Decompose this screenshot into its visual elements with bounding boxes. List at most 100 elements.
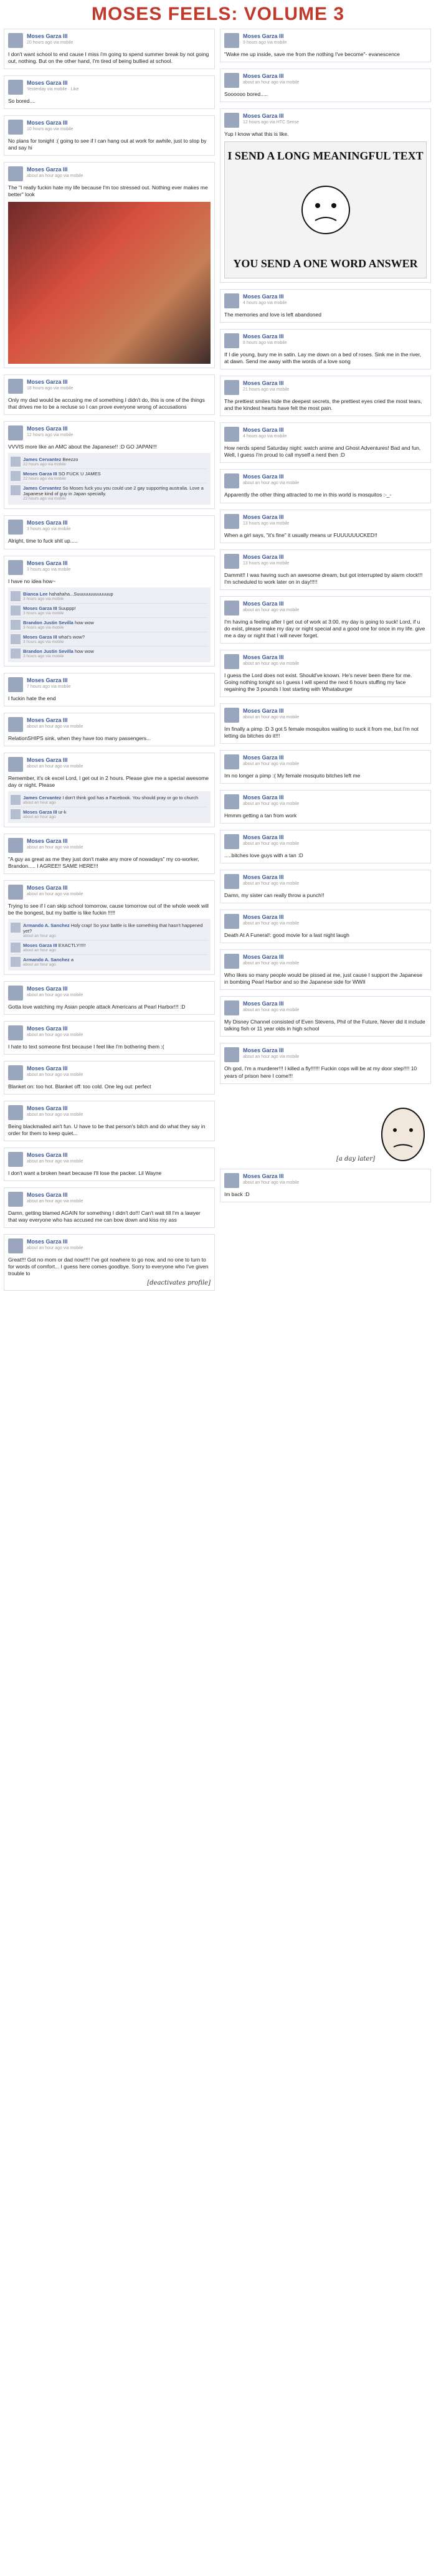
comment-author[interactable]: James Cervantez bbox=[23, 485, 61, 491]
author-name[interactable]: Moses Garza III bbox=[27, 425, 73, 432]
avatar[interactable] bbox=[224, 380, 239, 396]
author-name[interactable]: Moses Garza III bbox=[243, 380, 289, 386]
avatar[interactable] bbox=[224, 333, 239, 349]
author-name[interactable]: Moses Garza III bbox=[27, 1152, 83, 1158]
comment-author[interactable]: Moses Garza III bbox=[23, 634, 57, 640]
author-name[interactable]: Moses Garza III bbox=[27, 838, 83, 844]
comment-avatar[interactable] bbox=[11, 457, 21, 467]
avatar[interactable] bbox=[8, 559, 23, 575]
author-name[interactable]: Moses Garza III bbox=[27, 120, 73, 126]
author-name[interactable]: Moses Garza III bbox=[27, 1025, 83, 1032]
avatar[interactable] bbox=[8, 884, 23, 900]
comment-author[interactable]: Bianca Lee bbox=[23, 591, 48, 597]
avatar[interactable] bbox=[224, 33, 239, 48]
author-name[interactable]: Moses Garza III bbox=[243, 514, 289, 520]
selfie-photo[interactable] bbox=[8, 202, 211, 364]
comment-author[interactable]: Moses Garza III bbox=[23, 471, 57, 477]
author-name[interactable]: Moses Garza III bbox=[27, 33, 73, 39]
avatar[interactable] bbox=[8, 425, 23, 441]
avatar[interactable] bbox=[8, 120, 23, 135]
author-name[interactable]: Moses Garza III bbox=[243, 794, 299, 801]
comment-avatar[interactable] bbox=[11, 648, 21, 658]
author-name[interactable]: Moses Garza III bbox=[243, 914, 299, 920]
avatar[interactable] bbox=[8, 985, 23, 1000]
comment-avatar[interactable] bbox=[11, 942, 21, 953]
author-name[interactable]: Moses Garza III bbox=[27, 1105, 83, 1111]
avatar[interactable] bbox=[224, 1172, 239, 1188]
author-name[interactable]: Moses Garza III bbox=[27, 885, 83, 891]
avatar[interactable] bbox=[8, 1192, 23, 1207]
avatar[interactable] bbox=[8, 1025, 23, 1040]
avatar[interactable] bbox=[224, 834, 239, 850]
avatar[interactable] bbox=[224, 654, 239, 669]
comment-author[interactable]: James Cervantez bbox=[23, 457, 61, 462]
author-name[interactable]: Moses Garza III bbox=[243, 834, 299, 840]
avatar[interactable] bbox=[8, 716, 23, 732]
author-name[interactable]: Moses Garza III bbox=[27, 166, 83, 173]
avatar[interactable] bbox=[224, 553, 239, 569]
comment-avatar[interactable] bbox=[11, 485, 21, 496]
avatar[interactable] bbox=[224, 1000, 239, 1016]
author-name[interactable]: Moses Garza III bbox=[243, 293, 287, 300]
author-name[interactable]: Moses Garza III bbox=[27, 1065, 83, 1072]
comment-avatar[interactable] bbox=[11, 794, 21, 805]
avatar[interactable] bbox=[8, 379, 23, 394]
avatar[interactable] bbox=[8, 80, 23, 95]
comment-avatar[interactable] bbox=[11, 956, 21, 967]
avatar[interactable] bbox=[224, 794, 239, 810]
author-name[interactable]: Moses Garza III bbox=[243, 601, 299, 607]
avatar[interactable] bbox=[224, 293, 239, 309]
avatar[interactable] bbox=[8, 1105, 23, 1121]
author-name[interactable]: Moses Garza III bbox=[27, 520, 70, 526]
comment-avatar[interactable] bbox=[11, 605, 21, 615]
comment-avatar[interactable] bbox=[11, 922, 21, 933]
avatar[interactable] bbox=[224, 1047, 239, 1063]
comment-author[interactable]: James Cervantez bbox=[23, 795, 61, 801]
avatar[interactable] bbox=[8, 166, 23, 182]
avatar[interactable] bbox=[224, 707, 239, 723]
author-name[interactable]: Moses Garza III bbox=[27, 757, 83, 763]
avatar[interactable] bbox=[224, 754, 239, 770]
author-name[interactable]: Moses Garza III bbox=[243, 1047, 299, 1053]
avatar[interactable] bbox=[8, 520, 23, 535]
author-name[interactable]: Moses Garza III bbox=[243, 1173, 299, 1179]
author-name[interactable]: Moses Garza III bbox=[243, 654, 299, 660]
author-name[interactable]: Moses Garza III bbox=[27, 717, 83, 723]
avatar[interactable] bbox=[224, 427, 239, 442]
avatar[interactable] bbox=[8, 33, 23, 48]
avatar[interactable] bbox=[224, 73, 239, 88]
author-name[interactable]: Moses Garza III bbox=[27, 1238, 83, 1245]
comment-avatar[interactable] bbox=[11, 809, 21, 819]
author-name[interactable]: Moses Garza III bbox=[243, 73, 299, 79]
avatar[interactable] bbox=[224, 513, 239, 529]
avatar[interactable] bbox=[8, 677, 23, 692]
comment-author[interactable]: Armando A. Sanchez bbox=[23, 923, 70, 928]
avatar[interactable] bbox=[8, 1152, 23, 1167]
author-name[interactable]: Moses Garza III bbox=[27, 986, 83, 992]
author-name[interactable]: Moses Garza III bbox=[243, 1000, 299, 1007]
comment-author[interactable]: Brandon Justin Sevilla bbox=[23, 649, 73, 654]
author-name[interactable]: Moses Garza III bbox=[243, 33, 287, 39]
author-name[interactable]: Moses Garza III bbox=[243, 874, 299, 880]
avatar[interactable] bbox=[8, 756, 23, 772]
avatar[interactable] bbox=[224, 113, 239, 128]
comment-author[interactable]: Moses Garza III bbox=[23, 809, 57, 815]
avatar[interactable] bbox=[224, 954, 239, 969]
avatar[interactable] bbox=[224, 473, 239, 489]
avatar[interactable] bbox=[224, 874, 239, 890]
comment-author[interactable]: Moses Garza III bbox=[23, 943, 57, 948]
author-name[interactable]: Moses Garza III bbox=[243, 754, 299, 761]
comment-avatar[interactable] bbox=[11, 619, 21, 630]
avatar[interactable] bbox=[224, 914, 239, 929]
author-name[interactable]: Moses Garza III bbox=[243, 954, 299, 960]
author-name[interactable]: Moses Garza III bbox=[27, 677, 70, 683]
comment-author[interactable]: Armando A. Sanchez bbox=[23, 957, 70, 962]
author-name[interactable]: Moses Garza III bbox=[243, 554, 289, 560]
avatar[interactable] bbox=[8, 1238, 23, 1254]
comment-author[interactable]: Moses Garza III bbox=[23, 606, 57, 611]
avatar[interactable] bbox=[224, 600, 239, 615]
author-name[interactable]: Moses Garza III bbox=[243, 333, 287, 340]
comment-avatar[interactable] bbox=[11, 634, 21, 644]
avatar[interactable] bbox=[8, 1065, 23, 1081]
author-name[interactable]: Moses Garza III bbox=[27, 560, 70, 566]
